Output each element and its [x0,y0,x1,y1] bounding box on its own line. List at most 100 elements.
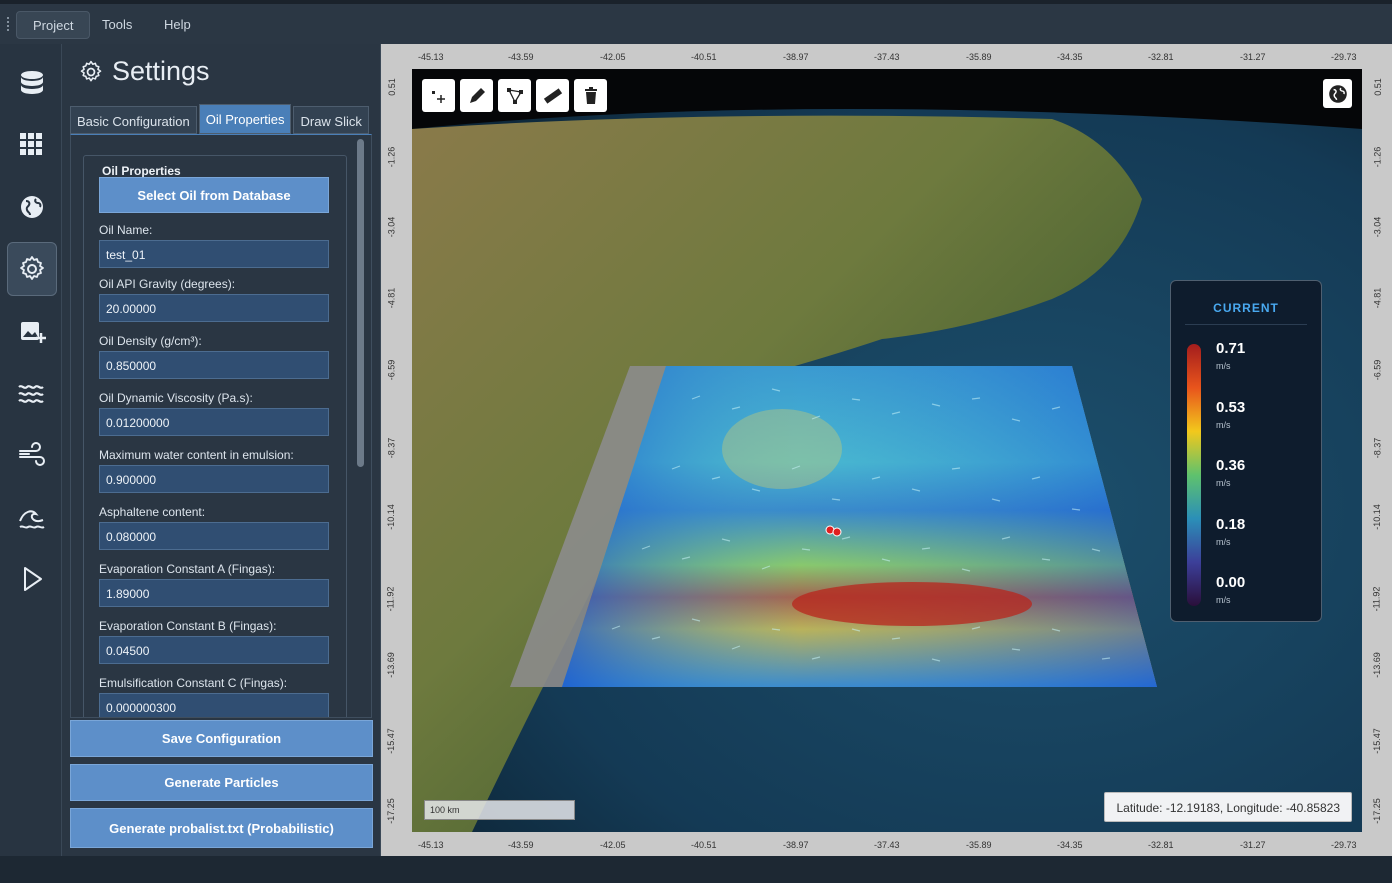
legend-value: 0.00 [1216,574,1246,591]
legend-value: 0.18 [1216,516,1246,533]
emulsification-c-label: Emulsification Constant C (Fingas): [99,676,288,690]
database-icon [21,71,43,94]
lat-tick: 0.51 [386,78,397,96]
trash-icon [584,86,597,104]
viscosity-label: Oil Dynamic Viscosity (Pa.s): [99,391,253,405]
lon-tick: -42.05 [600,840,626,850]
measure-tool[interactable] [536,79,569,112]
generate-probalist-button[interactable]: Generate probalist.txt (Probabilistic) [70,808,373,848]
globe-view-button[interactable] [1323,79,1352,108]
color-scale-bar [1187,344,1201,606]
lat-tick: -4.81 [386,287,397,309]
scale-bar: 100 km [424,800,575,820]
menu-tools[interactable]: Tools [86,11,148,39]
pencil-icon [469,87,485,103]
add-image-icon [21,322,46,343]
play-icon [24,567,42,591]
lat-tick: 0.51 [1372,78,1383,96]
settings-header: Settings [78,56,210,87]
legend-title: CURRENT [1213,301,1279,315]
asphaltene-field[interactable]: 0.080000 [99,522,329,550]
play-button[interactable] [7,552,57,606]
add-image-button[interactable] [7,304,57,358]
scale-label: 100 km [430,805,460,815]
lon-tick: -40.51 [691,840,717,850]
lat-tick: -6.59 [1372,359,1383,381]
tab-content: Oil Properties Select Oil from Database … [70,134,372,718]
delete-tool[interactable] [574,79,607,112]
water-content-label: Maximum water content in emulsion: [99,448,294,462]
add-point-tool[interactable] [422,79,455,112]
lon-tick: -29.73 [1331,840,1357,850]
settings-tabs: Basic Configuration Oil Properties Draw … [70,104,371,134]
lat-tick: -1.26 [1372,146,1383,168]
lon-tick: -42.05 [600,52,626,62]
density-field[interactable]: 0.850000 [99,351,329,379]
icon-sidebar [0,44,62,856]
lat-tick: -8.37 [1372,437,1383,459]
oil-name-label: Oil Name: [99,223,153,237]
current-eddy [722,409,842,489]
tab-draw-slick[interactable]: Draw Slick [293,106,369,134]
group-title: Oil Properties [98,164,185,178]
lat-tick: -1.26 [386,146,397,168]
settings-button[interactable] [7,242,57,296]
gear-icon [20,256,44,280]
evap-a-label: Evaporation Constant A (Fingas): [99,562,276,576]
cursor-coordinates: Latitude: -12.19183, Longitude: -40.8582… [1104,792,1352,822]
tab-basic-configuration[interactable]: Basic Configuration [70,106,197,134]
settings-title: Settings [112,56,210,86]
save-configuration-button[interactable]: Save Configuration [70,720,373,757]
legend-unit: m/s [1216,361,1231,371]
lon-tick: -35.89 [966,52,992,62]
water-content-field[interactable]: 0.900000 [99,465,329,493]
lat-tick: -10.14 [1371,504,1382,530]
density-label: Oil Density (g/cm³): [99,334,202,348]
map-viewport[interactable]: CURRENT 0.71 m/s 0.53 m/s 0.36 m/s 0.18 … [412,69,1362,832]
wind-icon [19,442,45,466]
current-hotspot [792,582,1032,626]
legend-value: 0.71 [1216,340,1246,357]
globe-icon [21,196,43,218]
lon-tick: -32.81 [1148,52,1174,62]
evap-b-field[interactable]: 0.04500 [99,636,329,664]
add-point-icon [431,90,445,103]
database-button[interactable] [7,56,57,110]
current-legend: CURRENT 0.71 m/s 0.53 m/s 0.36 m/s 0.18 … [1170,280,1322,622]
oil-name-field[interactable]: test_01 [99,240,329,268]
legend-divider [1185,324,1307,325]
draw-polygon-tool[interactable] [498,79,531,112]
grid-button[interactable] [7,118,57,172]
status-bar [0,856,1392,883]
lat-tick: -3.04 [1372,216,1383,238]
lon-tick: -38.97 [783,52,809,62]
lat-tick: -13.69 [1371,652,1382,678]
waves-button[interactable] [7,366,57,420]
legend-value: 0.53 [1216,399,1246,416]
particle-marker[interactable] [832,527,842,537]
tab-oil-properties[interactable]: Oil Properties [198,104,292,134]
menu-help[interactable]: Help [148,11,207,39]
scrollbar[interactable] [355,139,365,715]
emulsification-c-field[interactable]: 0.000000300 [99,693,329,717]
viscosity-field[interactable]: 0.01200000 [99,408,329,436]
api-gravity-label: Oil API Gravity (degrees): [99,277,236,291]
lon-tick: -29.73 [1331,52,1357,62]
drag-grip-icon[interactable] [6,16,10,32]
api-gravity-field[interactable]: 20.00000 [99,294,329,322]
gear-icon [80,60,102,81]
legend-unit: m/s [1216,595,1231,605]
draw-line-tool[interactable] [460,79,493,112]
evap-a-field[interactable]: 1.89000 [99,579,329,607]
select-oil-button[interactable]: Select Oil from Database [99,177,329,213]
lon-tick: -38.97 [783,840,809,850]
globe-button[interactable] [7,180,57,234]
scrollbar-thumb[interactable] [357,139,364,467]
lon-tick: -32.81 [1148,840,1174,850]
lat-tick: -11.92 [1371,586,1382,612]
lat-tick: -3.04 [386,216,397,238]
menu-project[interactable]: Project [16,11,91,39]
ocean-wave-button[interactable] [7,490,57,544]
wind-button[interactable] [7,428,57,482]
generate-particles-button[interactable]: Generate Particles [70,764,373,801]
